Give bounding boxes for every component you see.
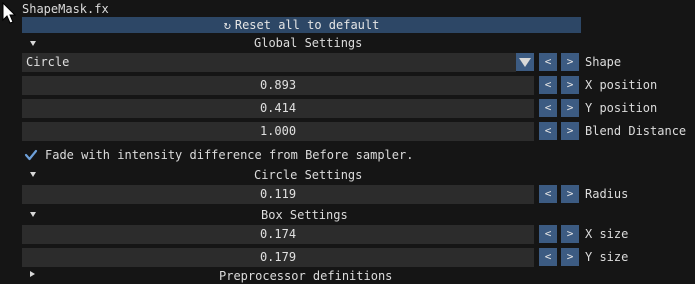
y-size-value: 0.179: [259, 250, 297, 264]
y-size-label: Y size: [585, 250, 629, 264]
collapse-arrow-icon: [30, 212, 36, 217]
shape-label: Shape: [585, 55, 622, 69]
radius-label: Radius: [585, 187, 629, 201]
x-size-decrement-button[interactable]: <: [539, 225, 557, 243]
shape-increment-button[interactable]: >: [561, 53, 579, 71]
blend-distance-field[interactable]: 1.000: [22, 122, 534, 141]
reset-all-button[interactable]: ↻ Reset all to default: [22, 17, 581, 33]
box-settings-title: Box Settings: [261, 208, 348, 222]
x-position-label: X position: [585, 78, 658, 92]
collapse-arrow-icon: [30, 271, 35, 277]
reset-all-label: Reset all to default: [234, 18, 380, 32]
x-position-increment-button[interactable]: >: [561, 76, 579, 94]
radius-field[interactable]: 0.119: [22, 185, 534, 204]
x-size-value: 0.174: [259, 227, 297, 241]
shape-selected-value: Circle: [26, 55, 70, 69]
y-size-field[interactable]: 0.179: [22, 248, 534, 267]
x-size-field[interactable]: 0.174: [22, 225, 534, 244]
blend-distance-label: Blend Distance: [585, 124, 687, 138]
radius-decrement-button[interactable]: <: [539, 185, 557, 203]
x-size-label: X size: [585, 227, 629, 241]
y-position-field[interactable]: 0.414: [22, 99, 534, 118]
check-icon: [24, 149, 38, 161]
collapse-arrow-icon: [30, 41, 36, 46]
x-position-decrement-button[interactable]: <: [539, 76, 557, 94]
y-size-increment-button[interactable]: >: [561, 248, 579, 266]
collapse-arrow-icon: [30, 172, 36, 177]
x-position-field[interactable]: 0.893: [22, 76, 534, 95]
shape-dropdown-arrow[interactable]: [516, 53, 534, 71]
blend-distance-decrement-button[interactable]: <: [539, 122, 557, 140]
chevron-down-icon: [519, 58, 531, 67]
y-position-label: Y position: [585, 101, 658, 115]
radius-increment-button[interactable]: >: [561, 185, 579, 203]
y-position-increment-button[interactable]: >: [561, 99, 579, 117]
y-size-decrement-button[interactable]: <: [539, 248, 557, 266]
y-position-value: 0.414: [259, 101, 297, 115]
preprocessor-definitions-title: Preprocessor definitions: [219, 269, 393, 283]
global-settings-title: Global Settings: [254, 36, 363, 50]
blend-distance-increment-button[interactable]: >: [561, 122, 579, 140]
reset-icon: ↻: [223, 18, 231, 32]
mouse-cursor-icon: [2, 2, 16, 24]
x-position-value: 0.893: [259, 78, 297, 92]
shape-decrement-button[interactable]: <: [539, 53, 557, 71]
blend-distance-value: 1.000: [259, 124, 297, 138]
x-size-increment-button[interactable]: >: [561, 225, 579, 243]
circle-settings-title: Circle Settings: [254, 168, 363, 182]
radius-value: 0.119: [259, 187, 297, 201]
fade-checkbox-label: Fade with intensity difference from Befo…: [45, 148, 414, 162]
y-position-decrement-button[interactable]: <: [539, 99, 557, 117]
effect-title[interactable]: ShapeMask.fx: [22, 1, 109, 17]
shape-dropdown[interactable]: Circle: [22, 53, 516, 72]
